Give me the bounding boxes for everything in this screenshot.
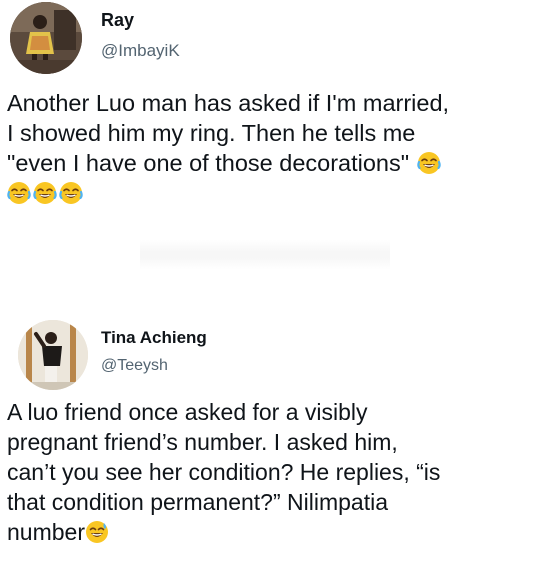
grinning-face-with-sweat-icon (85, 520, 109, 544)
user-handle[interactable]: @Teeysh (101, 357, 168, 375)
face-with-tears-of-joy-icon (417, 151, 441, 175)
avatar-photo-icon (18, 320, 88, 390)
avatar[interactable] (10, 2, 82, 74)
tweet-text: Another Luo man has asked if I'm married… (7, 88, 535, 208)
face-with-tears-of-joy-icon (7, 181, 31, 205)
tweet-text: A luo friend once asked for a visibly pr… (7, 397, 535, 547)
tweet-card: Ray @ImbayiK Another Luo man has asked i… (0, 0, 537, 225)
face-with-tears-of-joy-icon (33, 181, 57, 205)
display-name[interactable]: Tina Achieng (101, 328, 207, 348)
avatar-photo-icon (10, 2, 82, 74)
face-with-tears-of-joy-icon (59, 181, 83, 205)
avatar[interactable] (18, 320, 88, 390)
tweet-body: A luo friend once asked for a visibly pr… (7, 399, 441, 545)
tweet-body: Another Luo man has asked if I'm married… (7, 90, 450, 176)
tweet-card: Tina Achieng @Teeysh A luo friend once a… (0, 310, 537, 568)
display-name[interactable]: Ray (101, 10, 134, 31)
image-seam (140, 240, 390, 270)
user-handle[interactable]: @ImbayiK (101, 41, 180, 61)
